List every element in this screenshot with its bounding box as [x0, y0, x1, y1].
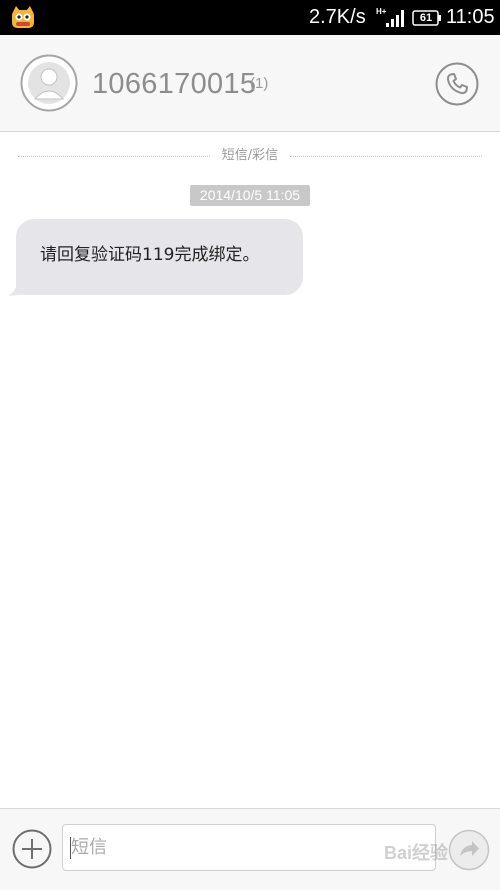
network-speed: 2.7K/s [309, 6, 366, 28]
incoming-message-bubble[interactable]: 请回复验证码119完成绑定。 [16, 219, 303, 295]
status-bar: 2.7K/s H+ 61 11:05 [0, 0, 500, 35]
text-cursor [70, 837, 71, 859]
divider-line-left [18, 156, 210, 157]
send-arrow-icon[interactable] [448, 829, 490, 871]
cat-mascot-icon [12, 6, 34, 28]
message-timestamp: 2014/10/5 11:05 [190, 185, 310, 206]
message-input[interactable] [62, 824, 436, 871]
compose-bar: Bai经验 [0, 808, 500, 890]
person-avatar-icon[interactable] [20, 54, 78, 112]
status-clock: 11:05 [446, 6, 495, 28]
network-type-label: H+ [376, 7, 387, 16]
watermark-logo: Bai经验 [384, 843, 449, 863]
signal-strength-icon: H+ [376, 7, 404, 27]
contact-number: 1066170015 [92, 68, 257, 100]
message-type-label: 短信/彩信 [221, 148, 279, 163]
plus-circle-icon[interactable] [12, 829, 52, 869]
phone-icon[interactable] [435, 62, 479, 106]
message-count: (1) [250, 75, 269, 92]
conversation-header: 1066170015 (1) [0, 35, 500, 132]
message-text: 请回复验证码119完成绑定。 [40, 245, 260, 265]
divider-line-right [290, 156, 482, 157]
battery-level: 61 [419, 12, 433, 24]
message-thread: 短信/彩信 2014/10/5 11:05 请回复验证码119完成绑定。 [0, 132, 500, 808]
